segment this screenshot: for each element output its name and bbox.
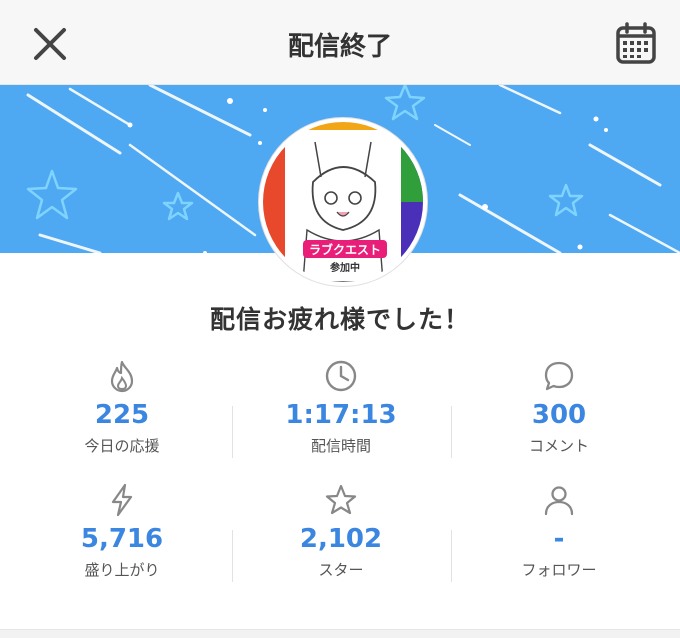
stat-value: 225 — [94, 400, 150, 430]
stat-label: 今日の応援 — [84, 437, 160, 455]
clock-icon — [325, 360, 357, 392]
avatar-badge-sub: 参加中 — [330, 261, 360, 274]
stat-value: 1:17:13 — [285, 400, 397, 430]
stat-label: フォロワー — [521, 561, 597, 579]
stat-label: 盛り上がり — [84, 561, 160, 579]
divider — [232, 406, 233, 458]
stat-excitement: 5,716 盛り上がり — [22, 482, 222, 580]
calendar-button[interactable] — [612, 22, 662, 68]
avatar-image: ラブクエスト 参加中 — [263, 122, 423, 282]
comment-icon — [544, 361, 574, 391]
avatar-badge-text: ラブクエスト — [309, 242, 381, 257]
flame-icon — [110, 360, 134, 393]
stat-comments: 300 コメント — [459, 358, 659, 456]
stat-label: 配信時間 — [310, 437, 371, 455]
stat-value: - — [553, 524, 565, 554]
page-title: 配信終了 — [287, 32, 392, 62]
divider — [451, 530, 452, 582]
stat-label: コメント — [528, 437, 589, 455]
stat-value: 5,716 — [80, 524, 164, 554]
stat-value: 300 — [531, 400, 587, 430]
stat-duration: 1:17:13 配信時間 — [241, 358, 441, 456]
stat-followers: - フォロワー — [459, 482, 659, 580]
person-icon — [544, 486, 574, 516]
greeting-text: 配信お疲れ様でした！ — [209, 305, 470, 334]
calendar-icon — [616, 22, 656, 64]
star-icon — [325, 484, 357, 515]
stat-value: 2,102 — [299, 524, 383, 554]
stat-support: 225 今日の応援 — [22, 358, 222, 456]
stat-label: スター — [318, 561, 364, 579]
header-bar: 配信終了 — [0, 0, 680, 85]
stat-stars: 2,102 スター — [241, 482, 441, 580]
divider — [232, 530, 233, 582]
lightning-icon — [111, 483, 133, 517]
divider — [451, 406, 452, 458]
streamer-avatar: ラブクエスト 参加中 — [259, 118, 427, 286]
